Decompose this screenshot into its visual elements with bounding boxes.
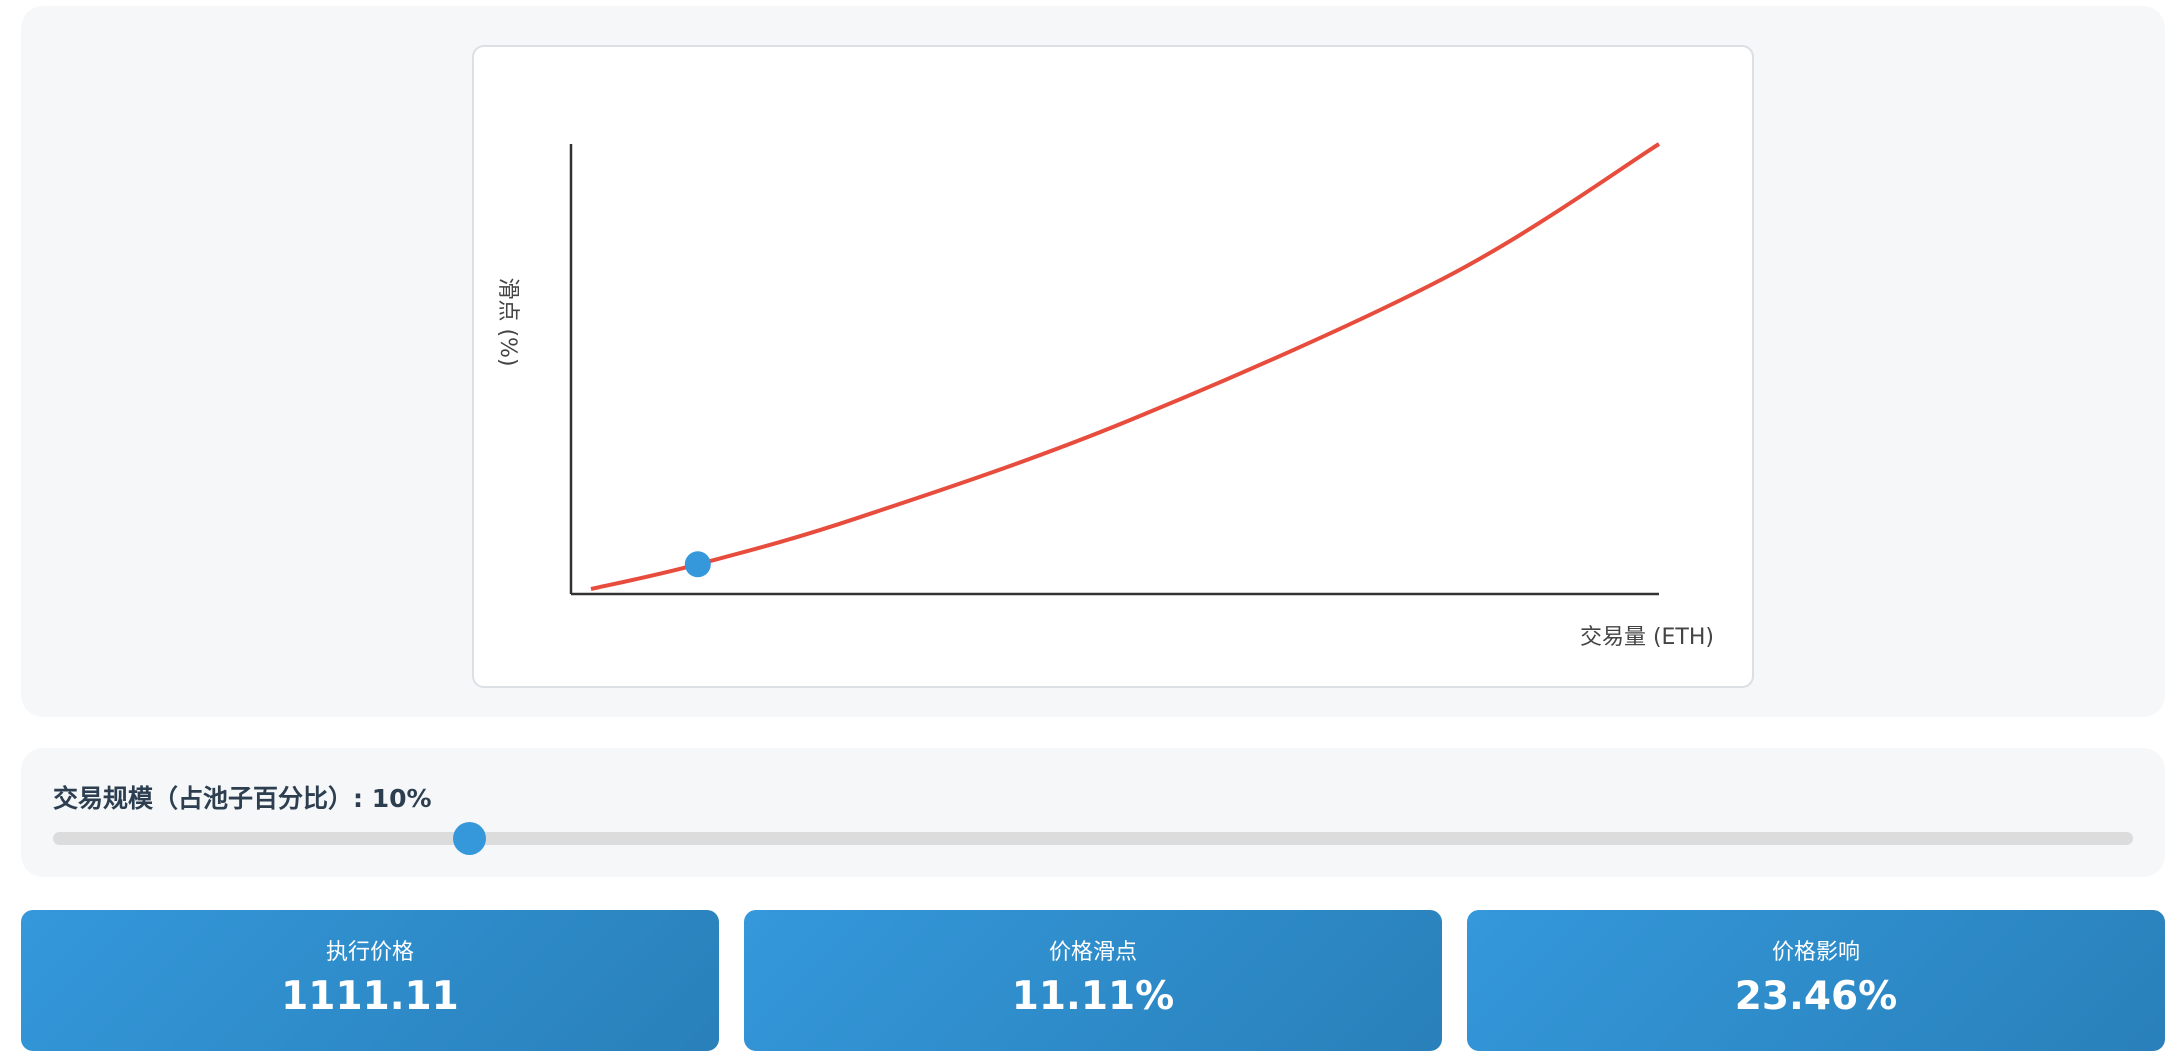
trade-size-label: 交易规模（占池子百分比）: 10% <box>53 779 432 815</box>
x-axis-label: 交易量 (ETH) <box>1580 625 1714 650</box>
price-slippage-card: 价格滑点 11.11% <box>744 910 1442 1051</box>
trade-size-control: 交易规模（占池子百分比）: 10% <box>21 748 2165 877</box>
y-axis-label: 滑点 (%) <box>495 277 520 366</box>
price-slippage-value: 11.11% <box>1011 974 1175 1019</box>
price-impact-label: 价格影响 <box>1771 940 1860 965</box>
slippage-curve <box>590 142 1661 591</box>
trade-size-label-text: 交易规模（占池子百分比）: <box>53 784 372 813</box>
execution-price-value: 1111.11 <box>281 974 459 1019</box>
trade-size-slider-thumb[interactable] <box>453 822 486 855</box>
current-trade-marker <box>684 551 711 578</box>
execution-price-card: 执行价格 1111.11 <box>21 910 719 1051</box>
trade-size-value: 10% <box>371 784 432 813</box>
price-impact-value: 23.46% <box>1734 974 1898 1019</box>
price-impact-card: 价格影响 23.46% <box>1467 910 2165 1051</box>
slippage-chart: 交易量 (ETH) 滑点 (%) <box>495 142 1714 650</box>
price-slippage-label: 价格滑点 <box>1048 940 1137 965</box>
execution-price-label: 执行价格 <box>325 940 414 965</box>
chart-card: 交易量 (ETH) 滑点 (%) <box>472 45 1754 688</box>
chart-panel: 交易量 (ETH) 滑点 (%) <box>21 6 2165 717</box>
page: 交易量 (ETH) 滑点 (%) 交易规模（占池子百分比）: 10% 执行价格 … <box>0 0 2176 1060</box>
trade-size-slider-track[interactable] <box>53 832 2133 845</box>
